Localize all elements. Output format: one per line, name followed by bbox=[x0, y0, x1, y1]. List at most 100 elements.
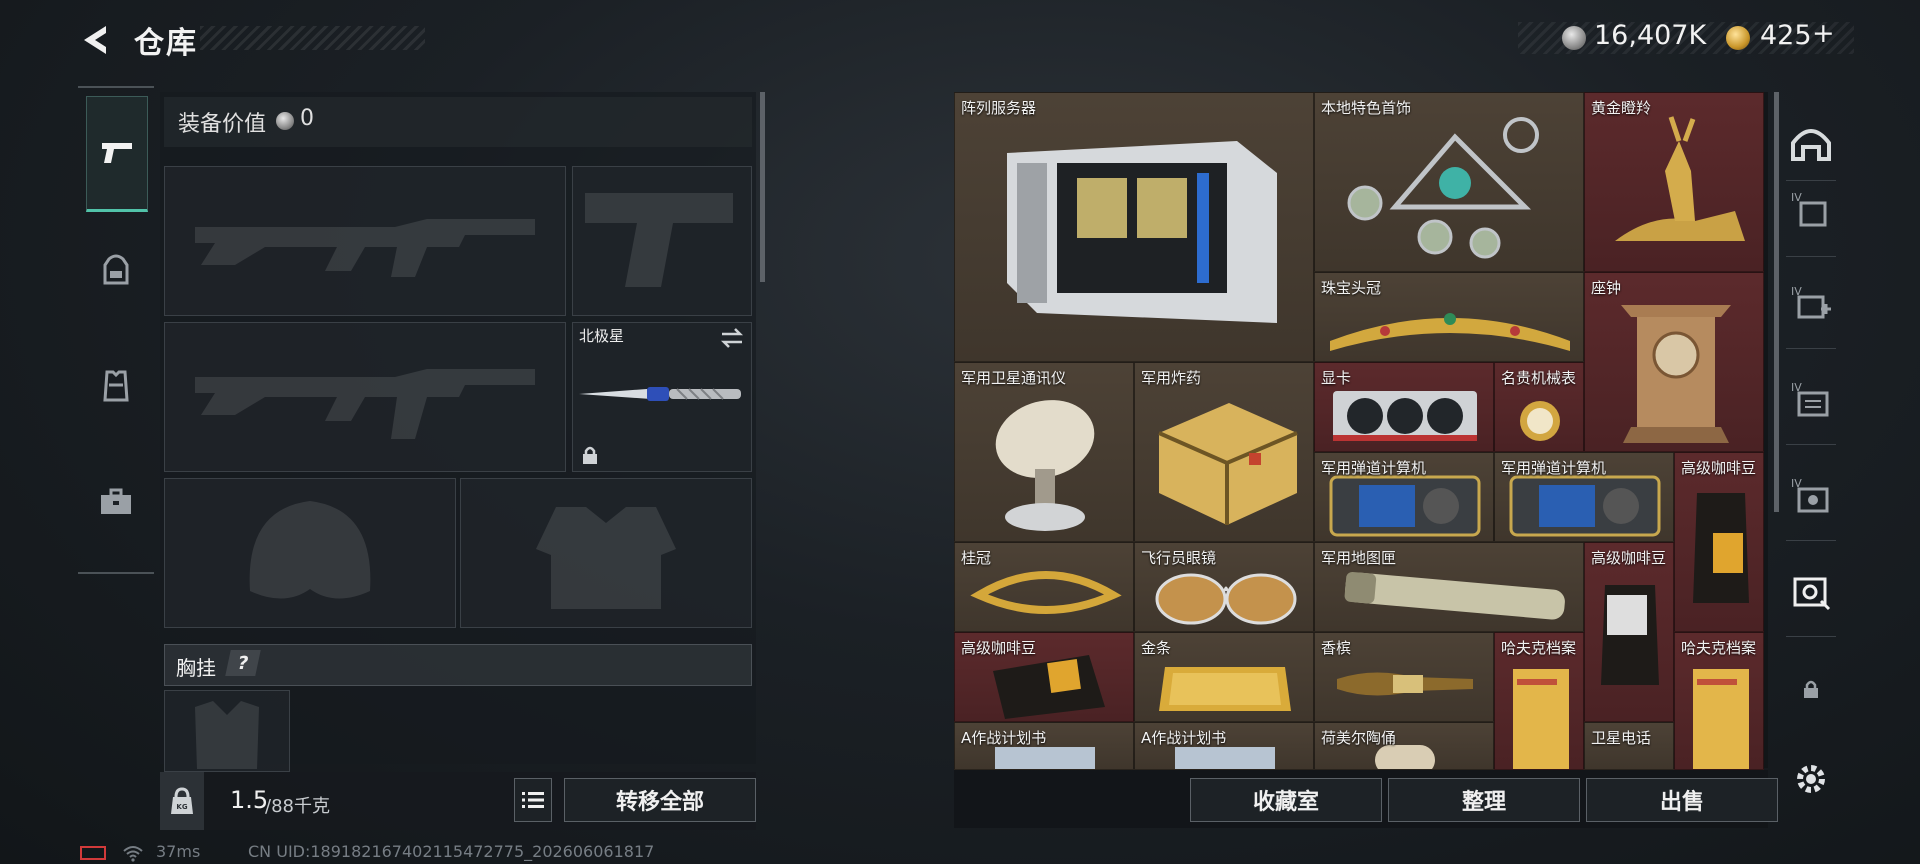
storage-page-1-tab[interactable]: IV bbox=[1786, 184, 1836, 234]
storage-page-3-tab[interactable]: IV bbox=[1786, 374, 1836, 424]
item-cell[interactable]: 金条 bbox=[1134, 632, 1314, 722]
chest-rig-help-icon[interactable]: ? bbox=[225, 650, 261, 676]
item-cell[interactable]: 荷美尔陶俑 bbox=[1314, 722, 1494, 770]
item-name: 军用弹道计算机 bbox=[1501, 459, 1607, 477]
item-cell[interactable]: 显卡 bbox=[1314, 362, 1494, 452]
pistol-slot[interactable] bbox=[572, 166, 752, 316]
item-name: 本地特色首饰 bbox=[1321, 99, 1412, 117]
loadout-scrollbar[interactable] bbox=[760, 92, 765, 282]
svg-text:KG: KG bbox=[176, 803, 187, 811]
gear-icon[interactable] bbox=[1794, 762, 1828, 796]
collectible-storage-icon bbox=[1793, 577, 1831, 611]
item-cell[interactable]: A作战计划书 bbox=[954, 722, 1134, 770]
primary-weapon-slot[interactable] bbox=[164, 166, 566, 316]
item-name: 桂冠 bbox=[961, 549, 992, 567]
item-name: 高级咖啡豆 bbox=[1681, 459, 1757, 477]
sell-button[interactable]: 出售 bbox=[1586, 778, 1778, 822]
back-icon[interactable] bbox=[78, 22, 114, 58]
champagne-icon bbox=[1337, 672, 1473, 696]
uid-text: CN UID:189182167402115472775_20260606181… bbox=[248, 842, 655, 861]
helmet-slot[interactable] bbox=[164, 478, 456, 628]
mantel-clock-icon bbox=[1621, 305, 1731, 443]
backpack-icon bbox=[103, 254, 129, 285]
plan-document-icon bbox=[1175, 747, 1275, 769]
wristwatch-icon bbox=[1520, 401, 1560, 441]
server-icon bbox=[1007, 141, 1277, 323]
item-name: A作战计划书 bbox=[1141, 729, 1227, 747]
item-name: 座钟 bbox=[1591, 279, 1622, 297]
nav-backpack-tab[interactable] bbox=[86, 240, 146, 300]
list-view-button[interactable] bbox=[514, 778, 552, 822]
item-cell[interactable]: 名贵机械表 bbox=[1494, 362, 1584, 452]
item-cell[interactable]: 哈夫克档案 bbox=[1494, 632, 1584, 770]
swap-icon[interactable] bbox=[719, 327, 745, 349]
storage-main-tab[interactable] bbox=[1786, 118, 1836, 168]
aviator-glasses-icon bbox=[1155, 573, 1297, 625]
item-cell[interactable]: 军用卫星通讯仪 bbox=[954, 362, 1134, 542]
item-cell[interactable]: 军用炸药 bbox=[1134, 362, 1314, 542]
storage-page-4-tab[interactable]: IV bbox=[1786, 470, 1836, 520]
nav-armor-tab[interactable] bbox=[86, 356, 146, 416]
lock-icon bbox=[1804, 680, 1818, 698]
item-cell[interactable]: 黄金瞪羚 bbox=[1584, 92, 1764, 272]
secondary-weapon-slot[interactable] bbox=[164, 322, 566, 472]
map-case-icon bbox=[1344, 571, 1565, 620]
graphics-card-icon bbox=[1333, 391, 1477, 441]
chest-rig-slot[interactable] bbox=[164, 690, 290, 772]
item-cell[interactable]: 卫星电话 bbox=[1584, 722, 1674, 770]
figurine-icon bbox=[1375, 745, 1435, 769]
nav-weapon-tab[interactable] bbox=[86, 96, 148, 212]
list-icon bbox=[522, 792, 544, 808]
item-cell[interactable]: 高级咖啡豆 bbox=[1584, 542, 1674, 722]
helmet-silhouette-icon bbox=[249, 501, 371, 599]
item-cell[interactable]: 珠宝头冠 bbox=[1314, 272, 1584, 362]
item-cell[interactable]: 座钟 bbox=[1584, 272, 1764, 452]
item-name: 哈夫克档案 bbox=[1681, 639, 1757, 657]
item-name: 香槟 bbox=[1321, 639, 1352, 657]
item-cell[interactable]: 高级咖啡豆 bbox=[1674, 452, 1764, 632]
medical-storage-icon: IV bbox=[1791, 285, 1831, 319]
item-name: 军用地图匣 bbox=[1321, 549, 1397, 567]
melee-slot[interactable]: 北极星 bbox=[572, 322, 752, 472]
storage-scrollbar[interactable] bbox=[1774, 92, 1779, 512]
transfer-all-button[interactable]: 转移全部 bbox=[564, 778, 756, 822]
gold-add-button[interactable]: + bbox=[1812, 18, 1835, 49]
wifi-icon bbox=[123, 846, 143, 862]
item-cell[interactable]: A作战计划书 bbox=[1134, 722, 1314, 770]
body-armor-slot[interactable] bbox=[460, 478, 752, 628]
gold-coin-icon bbox=[1726, 26, 1750, 50]
item-name: 高级咖啡豆 bbox=[1591, 549, 1667, 567]
item-cell[interactable]: 军用地图匣 bbox=[1314, 542, 1584, 632]
item-name: 飞行员眼镜 bbox=[1141, 549, 1217, 567]
item-name: 黄金瞪羚 bbox=[1591, 99, 1652, 117]
lock-icon bbox=[583, 446, 597, 464]
item-cell[interactable]: 军用弹道计算机 bbox=[1314, 452, 1494, 542]
melee-item-name: 北极星 bbox=[579, 327, 625, 345]
storage-page-5-tab[interactable] bbox=[1786, 566, 1836, 616]
storage-page-2-tab[interactable]: IV bbox=[1786, 278, 1836, 328]
weight-icon: KG bbox=[160, 772, 204, 830]
coffee-bag-icon bbox=[1693, 493, 1749, 603]
item-cell[interactable]: 香槟 bbox=[1314, 632, 1494, 722]
folder-icon bbox=[1513, 669, 1569, 769]
pistol-silhouette-icon bbox=[585, 193, 733, 287]
item-cell[interactable]: 哈夫克档案 bbox=[1674, 632, 1764, 770]
tool-separator bbox=[1786, 444, 1836, 445]
weight-current: 1.5 bbox=[230, 786, 269, 814]
folder-icon bbox=[1693, 669, 1749, 769]
item-cell[interactable]: 桂冠 bbox=[954, 542, 1134, 632]
item-cell[interactable]: 本地特色首饰 bbox=[1314, 92, 1584, 272]
item-cell[interactable]: 军用弹道计算机 bbox=[1494, 452, 1674, 542]
knife-icon bbox=[579, 387, 741, 401]
equipment-value: 0 bbox=[300, 106, 314, 131]
item-cell[interactable]: 飞行员眼镜 bbox=[1134, 542, 1314, 632]
collection-room-button[interactable]: 收藏室 bbox=[1190, 778, 1382, 822]
item-name: 名贵机械表 bbox=[1501, 369, 1577, 387]
nav-case-tab[interactable] bbox=[86, 472, 146, 532]
ping-text: 37ms bbox=[156, 842, 201, 861]
locked-storage-tab bbox=[1786, 664, 1836, 714]
item-name: 军用炸药 bbox=[1141, 369, 1202, 387]
item-cell[interactable]: 高级咖啡豆 bbox=[954, 632, 1134, 722]
organize-button[interactable]: 整理 bbox=[1388, 778, 1580, 822]
item-cell[interactable]: 阵列服务器 bbox=[954, 92, 1314, 362]
